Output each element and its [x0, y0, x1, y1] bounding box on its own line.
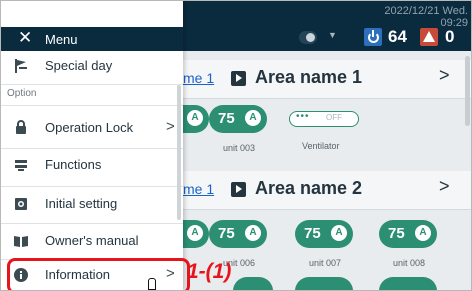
ventilator-dots: •••	[296, 111, 310, 122]
unit-label: Ventilator	[302, 141, 340, 151]
chevron-right-icon[interactable]: >	[439, 65, 450, 86]
area-name: Area name 1	[255, 67, 363, 87]
unit-temperature: 75	[218, 110, 235, 127]
menu-drawer: ✕ Menu Special day Option Operation Lock…	[1, 1, 183, 290]
area-group-link[interactable]: me 1	[183, 70, 214, 86]
menu-item-label: Functions	[45, 157, 102, 172]
unit-temperature: 75	[388, 225, 405, 242]
chevron-right-icon[interactable]: >	[439, 176, 450, 197]
unit-label: unit 008	[393, 258, 426, 268]
warning-icon[interactable]	[420, 28, 438, 46]
menu-item-initial-setting[interactable]: Initial setting	[1, 189, 183, 219]
menu-item-owners-manual[interactable]: Owner's manual	[1, 226, 183, 256]
menu-header: ✕ Menu	[1, 27, 183, 51]
chevron-right-icon: >	[166, 118, 175, 135]
datetime: 2022/12/21 Wed. 09:29	[384, 5, 468, 29]
play-icon[interactable]	[231, 182, 246, 197]
unit-pill[interactable]: 75 A	[295, 220, 353, 248]
menu-item-label: Owner's manual	[45, 233, 139, 248]
divider	[1, 148, 183, 149]
divider	[1, 105, 183, 106]
unit-pill[interactable]: 75 A	[209, 105, 267, 133]
divider	[1, 186, 183, 187]
toggle-icon[interactable]	[299, 31, 317, 44]
book-icon	[14, 236, 28, 247]
unit-tile[interactable]: 75 A unit 007	[295, 220, 359, 268]
unit-pill-partial[interactable]	[233, 277, 273, 290]
menu-item-functions[interactable]: Functions	[1, 151, 183, 181]
unit-tile[interactable]: 75 A unit 006	[209, 220, 273, 268]
main-scrollbar[interactable]	[465, 56, 470, 126]
menu-scrollbar[interactable]	[177, 85, 181, 220]
ventilator-toggle[interactable]: ••• OFF	[289, 111, 359, 127]
unit-pill-partial[interactable]	[379, 277, 437, 290]
functions-icon	[15, 160, 27, 171]
flag-icon	[15, 59, 27, 73]
auto-mode-icon: A	[187, 110, 203, 126]
auto-mode-icon: A	[415, 225, 431, 241]
ventilator-status: OFF	[326, 113, 342, 122]
highlight-box	[7, 258, 190, 290]
menu-item-label: Initial setting	[45, 196, 118, 211]
auto-mode-icon: A	[331, 225, 347, 241]
caret-down-icon[interactable]: ▼	[328, 30, 337, 40]
area-name: Area name 2	[255, 178, 363, 198]
settings-icon	[15, 198, 27, 210]
alert-count: 0	[445, 27, 455, 46]
divider	[1, 84, 183, 85]
unit-tile[interactable]: 75 A unit 008	[379, 220, 443, 268]
menu-item-operation-lock[interactable]: Operation Lock >	[1, 113, 183, 143]
menu-item-label: Special day	[45, 58, 113, 73]
auto-mode-icon: A	[245, 110, 261, 126]
unit-pill[interactable]: 75 A	[379, 220, 437, 248]
pointer-cursor-icon	[148, 278, 156, 290]
area-group-link[interactable]: me 1	[183, 181, 214, 197]
unit-label: unit 003	[223, 143, 256, 153]
auto-mode-icon: A	[187, 225, 203, 241]
section-label: Option	[7, 88, 37, 99]
menu-item-special-day[interactable]: Special day	[1, 53, 183, 83]
area-header: me 1 Area name 2 >	[183, 171, 471, 210]
unit-temperature: 75	[304, 225, 321, 242]
menu-item-label: Operation Lock	[45, 120, 134, 135]
power-icon[interactable]	[364, 28, 382, 46]
power-count: 64	[388, 27, 407, 46]
callout-label: 1-(1)	[187, 260, 232, 283]
unit-label: unit 007	[309, 258, 342, 268]
close-icon[interactable]: ✕	[18, 28, 32, 48]
menu-title: Menu	[45, 32, 78, 47]
app-window: 2022/12/21 Wed. 09:29 ▼ 64 0 me 1 Area n…	[0, 0, 472, 291]
area-header: me 1 Area name 1 >	[183, 60, 471, 99]
unit-pill[interactable]: 75 A	[209, 220, 267, 248]
auto-mode-icon: A	[245, 225, 261, 241]
unit-temperature: 75	[218, 225, 235, 242]
unit-tile[interactable]: 75 A unit 003	[209, 105, 273, 153]
unit-pill-partial[interactable]	[295, 277, 353, 290]
divider	[1, 223, 183, 224]
play-icon[interactable]	[231, 71, 246, 86]
lock-icon	[16, 120, 26, 134]
